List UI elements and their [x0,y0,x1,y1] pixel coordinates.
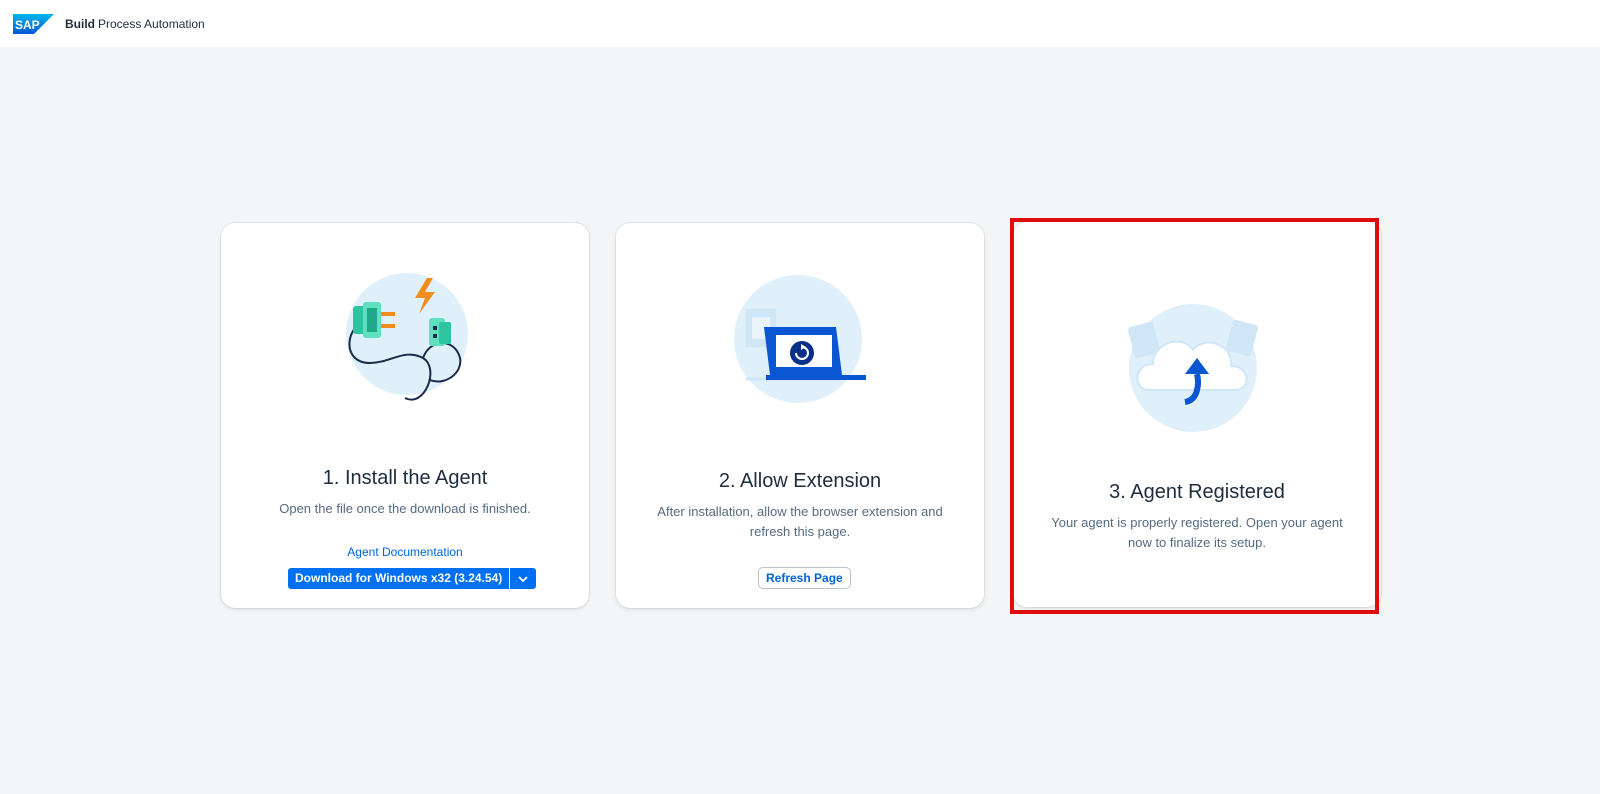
svg-text:SAP: SAP [15,18,40,32]
download-split-button: Download for Windows x32 (3.24.54) [288,568,537,589]
step-card-extension: 2. Allow Extension After installation, a… [616,223,984,608]
sap-logo[interactable]: SAP [13,13,54,34]
product-title-rest: Process Automation [98,16,205,31]
refresh-page-button[interactable]: Refresh Page [758,567,851,589]
step-card-registered: 3. Agent Registered Your agent is proper… [1013,222,1381,607]
step-description: After installation, allow the browser ex… [657,504,943,539]
chevron-down-icon [518,575,528,582]
shell-bar: SAP Build Process Automation [0,0,1600,47]
agent-documentation-link[interactable]: Agent Documentation [221,545,589,559]
cloud-upload-icon [1013,302,1381,442]
step-title: 3. Agent Registered [1109,481,1285,503]
laptop-refresh-icon [616,275,984,405]
download-button[interactable]: Download for Windows x32 (3.24.54) [288,568,510,589]
download-options-button[interactable] [509,568,537,589]
step-description: Open the file once the download is finis… [279,501,531,516]
step-title: 2. Allow Extension [718,470,882,492]
product-title: Build Process Automation [65,17,205,31]
step-title: 1. Install the Agent [322,467,488,489]
step-description: Your agent is properly registered. Open … [1051,515,1343,550]
product-title-bold: Build [65,16,95,31]
plug-connector-icon [221,268,589,408]
step-card-install: 1. Install the Agent Open the file once … [221,223,589,608]
